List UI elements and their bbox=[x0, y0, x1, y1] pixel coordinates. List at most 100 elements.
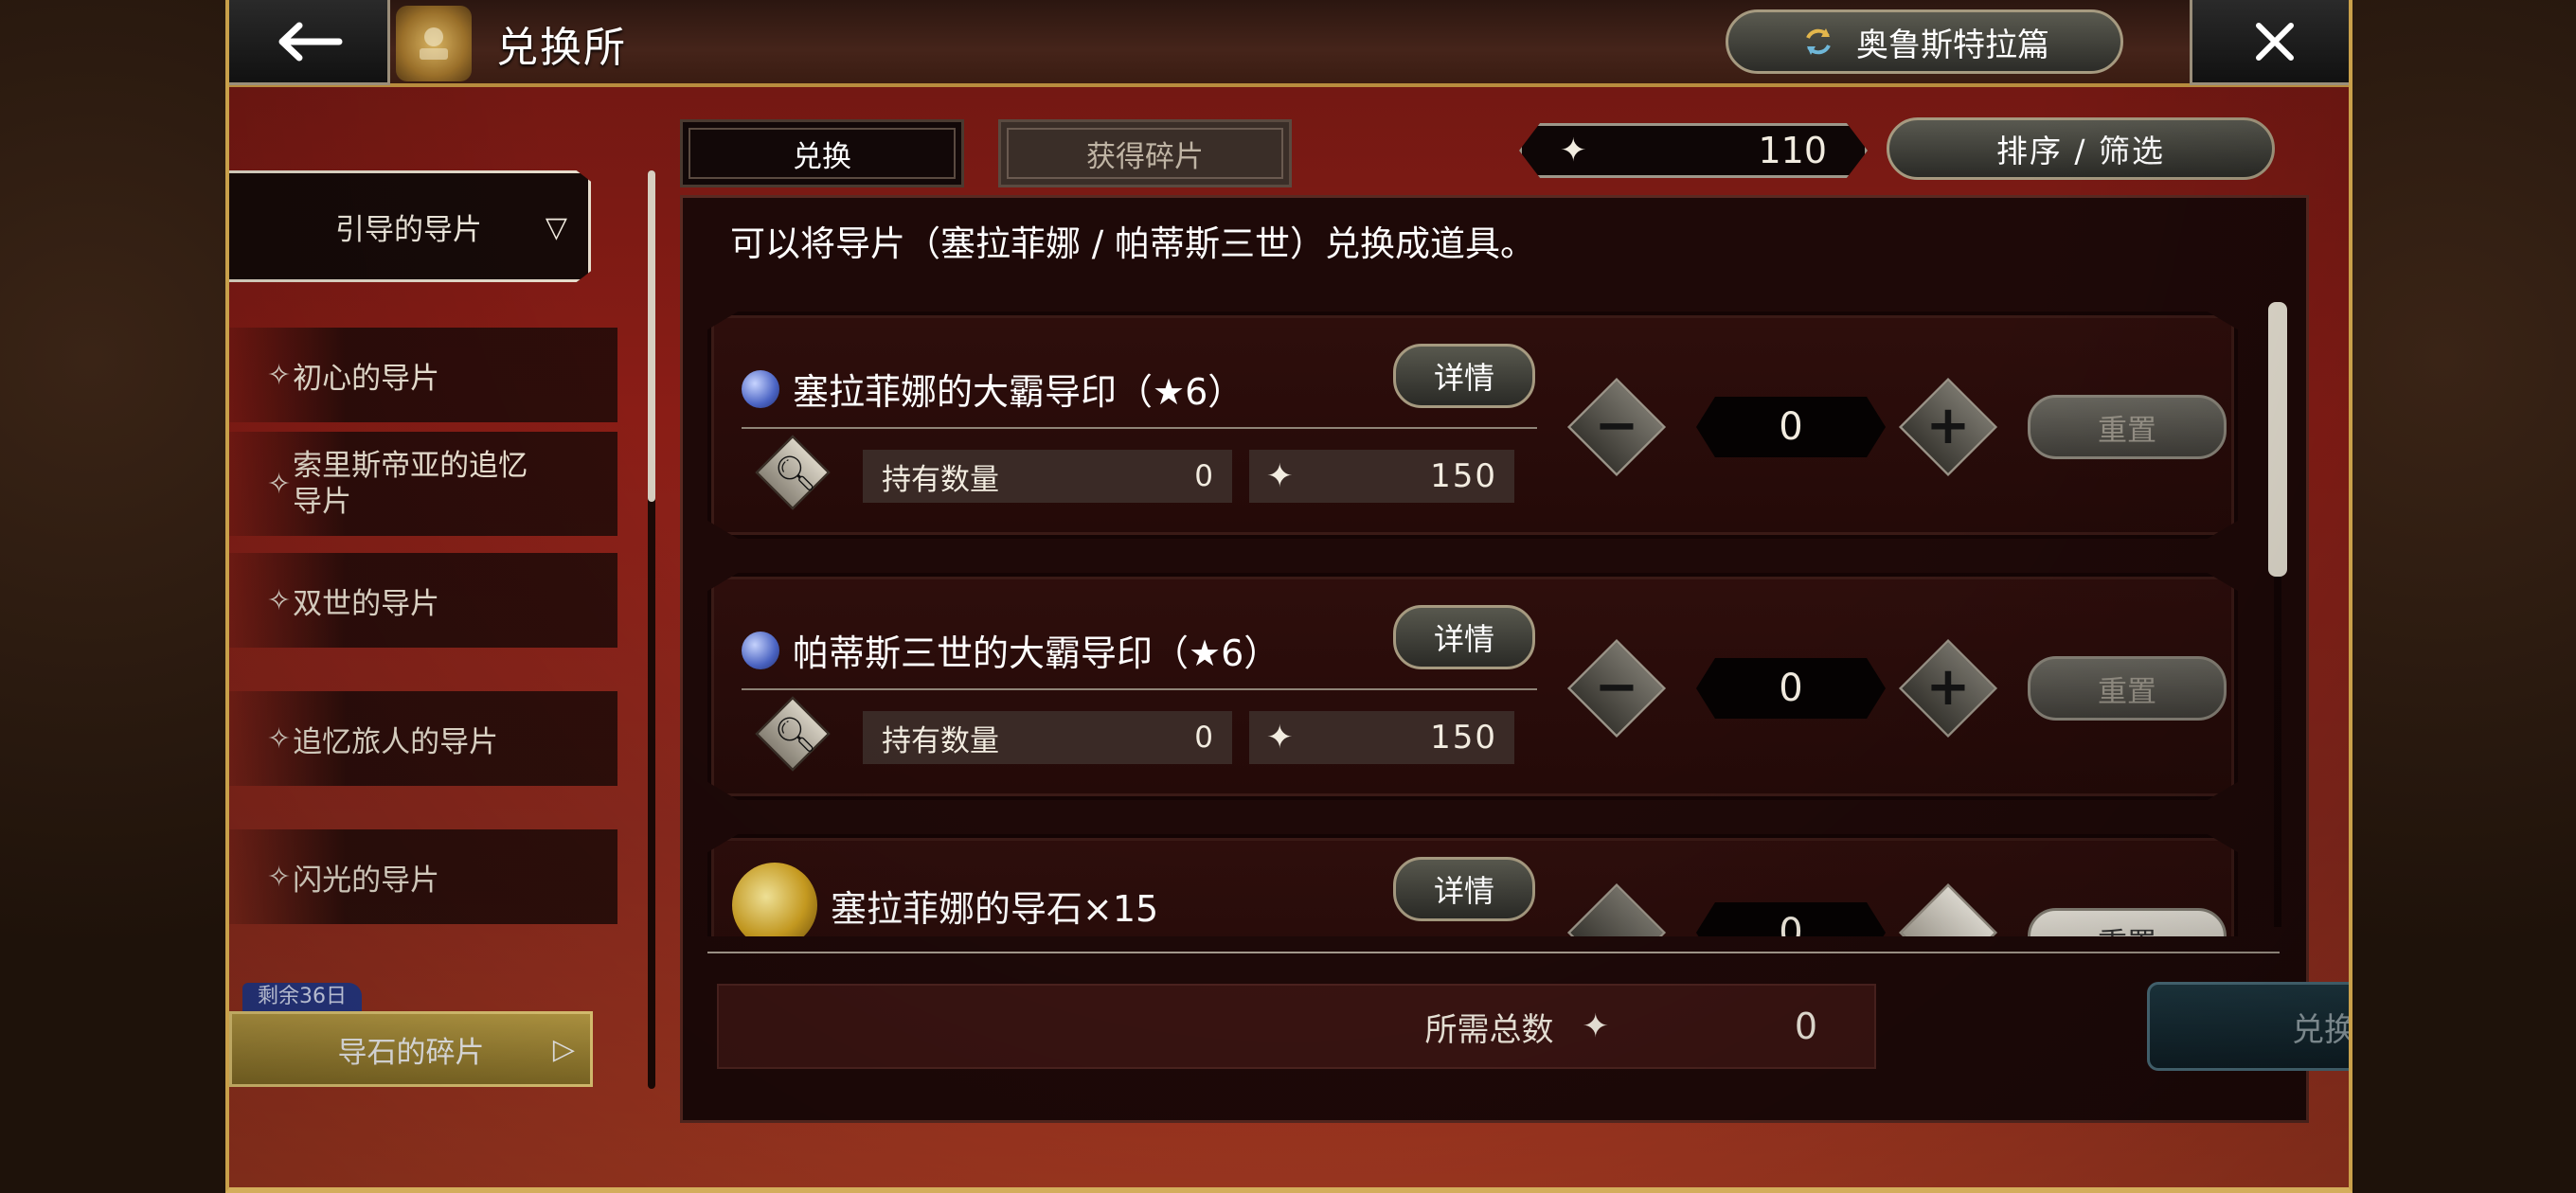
total-value: 0 bbox=[1794, 1006, 1817, 1047]
sidebar-item-label: 追忆旅人的导片 bbox=[293, 724, 499, 759]
sidebar-item-guide-stone-fragments[interactable]: 导石的碎片 ▷ bbox=[229, 1011, 593, 1087]
close-icon bbox=[2255, 22, 2294, 61]
diamond-icon: ✧ bbox=[267, 721, 292, 756]
sidebar-scroll-thumb[interactable] bbox=[648, 170, 655, 502]
guide-stone-icon bbox=[732, 863, 817, 936]
detail-button[interactable]: 详情 bbox=[1393, 344, 1535, 408]
quantity-stepper: − 0 + bbox=[1566, 632, 2018, 745]
quantity-value: 0 bbox=[1696, 397, 1886, 457]
divider bbox=[742, 688, 1537, 690]
divider bbox=[707, 952, 2280, 953]
sidebar-item-label: 闪光的导片 bbox=[293, 863, 440, 898]
exchange-panel: 可以将导片（塞拉菲娜 / 帕蒂斯三世）兑换成道具。 塞拉菲娜的大霸导印（★6） … bbox=[680, 195, 2349, 1123]
sidebar-item-label: 双世的导片 bbox=[293, 586, 440, 621]
sidebar-item[interactable]: ✧ 追忆旅人的导片 bbox=[229, 691, 617, 786]
total-label: 所需总数 bbox=[1424, 1010, 1554, 1049]
tab-get-fragments-label: 获得碎片 bbox=[1086, 139, 1204, 174]
diamond-icon: ✧ bbox=[267, 860, 292, 894]
diamond-icon: ✧ bbox=[267, 358, 292, 392]
item-title: 帕蒂斯三世的大霸导印（★6） bbox=[742, 624, 1279, 676]
panel-description: 可以将导片（塞拉菲娜 / 帕蒂斯三世）兑换成道具。 bbox=[730, 223, 1535, 264]
quantity-value: 0 bbox=[1696, 902, 1886, 936]
reset-button[interactable]: 重置 bbox=[2028, 908, 2227, 936]
right-backdrop bbox=[2352, 0, 2576, 1193]
close-button[interactable] bbox=[2190, 0, 2349, 85]
reset-button[interactable]: 重置 bbox=[2028, 395, 2227, 459]
increase-button[interactable] bbox=[1898, 882, 1998, 936]
item-list[interactable]: 塞拉菲娜的大霸导印（★6） 详情 🔍︎ 持有数量 0 ✦ 150 − 0 + 重… bbox=[683, 283, 2312, 936]
magnifier-icon: 🔍︎ bbox=[774, 454, 817, 493]
left-backdrop bbox=[0, 0, 225, 1193]
fragment-points-display: ✦ 110 bbox=[1519, 123, 1868, 178]
chevron-right-icon: ▷ bbox=[552, 1032, 575, 1066]
item-name: 塞拉菲娜的大霸导印（★6） bbox=[793, 371, 1244, 413]
sidebar-item[interactable]: ✧ 闪光的导片 bbox=[229, 829, 617, 924]
reset-button[interactable]: 重置 bbox=[2028, 656, 2227, 721]
owned-value: 0 bbox=[1194, 459, 1213, 493]
sidebar-selected-label: 引导的导片 bbox=[335, 212, 482, 247]
owned-label: 持有数量 bbox=[882, 723, 999, 758]
remaining-days-badge: 剩余36日 bbox=[242, 983, 362, 1011]
sidebar-item[interactable]: ✧ 索里斯帝亚的追忆导片 bbox=[229, 432, 617, 536]
list-scroll-thumb[interactable] bbox=[2268, 302, 2287, 577]
total-required: 所需总数 ✦ 0 bbox=[717, 984, 1876, 1069]
item-name: 帕蒂斯三世的大霸导印（★6） bbox=[793, 632, 1280, 674]
quantity-stepper: 0 bbox=[1566, 876, 2018, 936]
arrow-left-icon bbox=[278, 22, 342, 61]
item-name: 塞拉菲娜的导石×15 bbox=[831, 887, 1159, 930]
quantity-value: 0 bbox=[1696, 658, 1886, 719]
exchange-shop-icon bbox=[396, 6, 472, 81]
detail-button[interactable]: 详情 bbox=[1393, 857, 1535, 921]
cost-value: 150 bbox=[1430, 719, 1497, 757]
quantity-stepper: − 0 + bbox=[1566, 370, 2018, 484]
sidebar-item-label: 索里斯帝亚的追忆导片 bbox=[293, 449, 528, 519]
top-bar: 兑换所 奥鲁斯特拉篇 bbox=[229, 0, 2349, 87]
item-card: 帕蒂斯三世的大霸导印（★6） 详情 🔍︎ 持有数量 0 ✦ 150 − 0 + … bbox=[707, 573, 2238, 800]
diamond-icon: ✦ bbox=[1560, 132, 1587, 169]
gem-icon bbox=[742, 369, 779, 408]
sidebar-item[interactable]: ✧ 初心的导片 bbox=[229, 328, 617, 422]
sidebar-item[interactable]: ✧ 双世的导片 bbox=[229, 553, 617, 648]
back-button[interactable] bbox=[229, 0, 390, 85]
minus-icon: − bbox=[1594, 395, 1639, 456]
cost-display: ✦ 150 bbox=[1249, 711, 1514, 764]
item-title: 塞拉菲娜的导石×15 bbox=[732, 863, 1159, 936]
diamond-icon: ✦ bbox=[1266, 719, 1296, 757]
chapter-switch-button[interactable]: 奥鲁斯特拉篇 bbox=[1726, 9, 2123, 74]
sidebar-item-label: 初心的导片 bbox=[293, 361, 440, 396]
diamond-icon: ✦ bbox=[1266, 457, 1296, 495]
item-card: 塞拉菲娜的导石×15 详情 0 重置 bbox=[707, 834, 2238, 936]
cost-display: ✦ 150 bbox=[1249, 450, 1514, 503]
plus-icon: + bbox=[1925, 395, 1971, 456]
sidebar-item-selected[interactable]: 引导的导片 ▽ bbox=[229, 170, 591, 282]
cost-value: 150 bbox=[1430, 457, 1497, 495]
owned-count: 持有数量 0 bbox=[863, 711, 1232, 764]
points-value: 110 bbox=[1758, 130, 1827, 171]
gem-icon bbox=[742, 631, 779, 669]
plus-icon: + bbox=[1925, 656, 1971, 718]
sidebar-gold-label: 导石的碎片 bbox=[337, 1035, 485, 1070]
page-title: 兑换所 bbox=[496, 24, 627, 72]
minus-icon: − bbox=[1594, 656, 1639, 718]
exchange-button[interactable]: 兑换 bbox=[2147, 982, 2349, 1071]
tab-exchange[interactable]: 兑换 bbox=[680, 119, 964, 187]
item-card: 塞拉菲娜的大霸导印（★6） 详情 🔍︎ 持有数量 0 ✦ 150 − 0 + 重… bbox=[707, 312, 2238, 539]
divider bbox=[742, 427, 1537, 429]
tab-exchange-label: 兑换 bbox=[793, 139, 851, 174]
diamond-icon: ✦ bbox=[1582, 1007, 1610, 1045]
category-sidebar: 引导的导片 ▽ ✧ 初心的导片 ✧ 索里斯帝亚的追忆导片 ✧ 双世的导片 ✧ 追… bbox=[229, 142, 655, 1089]
refresh-icon bbox=[1806, 28, 1831, 55]
diamond-icon: ✧ bbox=[267, 583, 292, 617]
magnifier-icon: 🔍︎ bbox=[774, 716, 817, 755]
chapter-label: 奥鲁斯特拉篇 bbox=[1856, 26, 2049, 64]
diamond-icon: ✧ bbox=[267, 467, 292, 501]
owned-count: 持有数量 0 bbox=[863, 450, 1232, 503]
owned-label: 持有数量 bbox=[882, 462, 999, 497]
owned-value: 0 bbox=[1194, 721, 1213, 755]
main-frame: 兑换所 奥鲁斯特拉篇 引导的导片 ▽ ✧ 初心的导片 ✧ 索里斯帝亚的追忆导片 … bbox=[225, 0, 2352, 1193]
decrease-button[interactable] bbox=[1566, 882, 1667, 936]
tab-get-fragments[interactable]: 获得碎片 bbox=[998, 119, 1292, 187]
sort-filter-button[interactable]: 排序 / 筛选 bbox=[1887, 117, 2275, 180]
detail-button[interactable]: 详情 bbox=[1393, 605, 1535, 669]
item-title: 塞拉菲娜的大霸导印（★6） bbox=[742, 363, 1243, 415]
